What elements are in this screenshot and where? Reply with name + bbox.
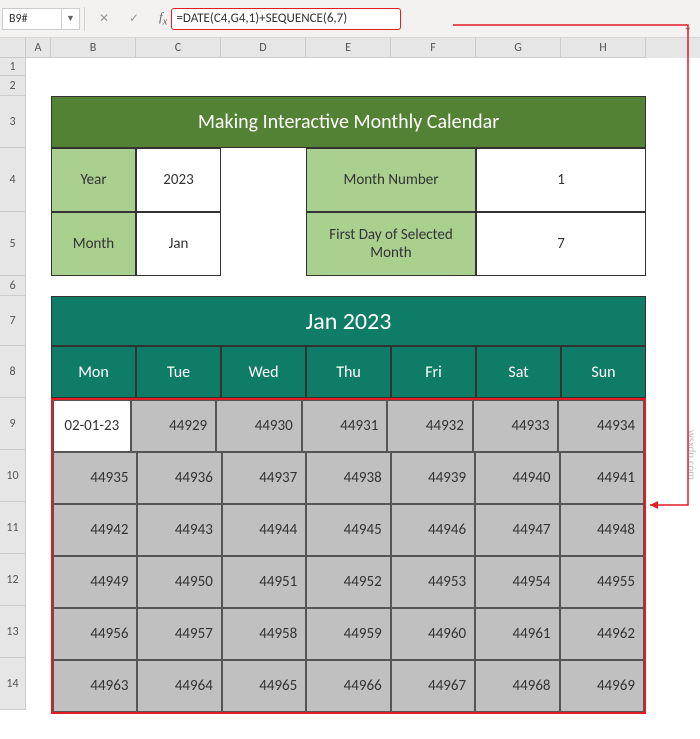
row-header[interactable]: 14 bbox=[0, 658, 26, 710]
calendar-cell[interactable]: 44942 bbox=[53, 504, 137, 556]
row-header[interactable]: 1 bbox=[0, 58, 26, 76]
calendar-cell[interactable]: 44951 bbox=[222, 556, 306, 608]
day-header: Mon bbox=[51, 346, 136, 398]
calendar-cell[interactable]: 44968 bbox=[475, 660, 559, 712]
col-header[interactable]: B bbox=[51, 38, 136, 58]
calendar-cell[interactable]: 44965 bbox=[222, 660, 306, 712]
calendar-cell[interactable]: 44966 bbox=[306, 660, 390, 712]
year-value[interactable]: 2023 bbox=[136, 148, 221, 212]
calendar-cell[interactable]: 44946 bbox=[391, 504, 475, 556]
col-header[interactable]: A bbox=[26, 38, 51, 58]
calendar-cell[interactable]: 44945 bbox=[306, 504, 390, 556]
fx-icon[interactable]: fx bbox=[159, 9, 167, 28]
first-day-value[interactable]: 7 bbox=[476, 212, 646, 276]
day-header: Tue bbox=[136, 346, 221, 398]
calendar-cell[interactable]: 44958 bbox=[222, 608, 306, 660]
calendar-cell[interactable]: 44967 bbox=[391, 660, 475, 712]
month-value[interactable]: Jan bbox=[136, 212, 221, 276]
calendar-cell[interactable]: 44956 bbox=[53, 608, 137, 660]
watermark: wsxdn.com bbox=[685, 430, 698, 480]
page-title: Making Interactive Monthly Calendar bbox=[51, 96, 646, 148]
month-label: Month bbox=[51, 212, 136, 276]
info-left-block: Year 2023 Month Jan bbox=[51, 148, 221, 276]
col-header[interactable]: D bbox=[221, 38, 306, 58]
calendar-cell[interactable]: 44952 bbox=[306, 556, 390, 608]
col-header[interactable]: C bbox=[136, 38, 221, 58]
calendar-cell[interactable]: 44933 bbox=[473, 400, 559, 452]
calendar-cell[interactable]: 44941 bbox=[560, 452, 644, 504]
day-header: Fri bbox=[391, 346, 476, 398]
calendar-cell[interactable]: 44935 bbox=[53, 452, 137, 504]
day-header: Thu bbox=[306, 346, 391, 398]
month-number-value[interactable]: 1 bbox=[476, 148, 646, 212]
calendar-cell[interactable]: 44948 bbox=[560, 504, 644, 556]
day-header: Wed bbox=[221, 346, 306, 398]
calendar-cell[interactable]: 44957 bbox=[137, 608, 221, 660]
day-header: Sun bbox=[561, 346, 646, 398]
formula-bar: B9# ▼ ✕ ✓ fx =DATE(C4,G4,1)+SEQUENCE(6,7… bbox=[0, 0, 700, 38]
row-header[interactable]: 2 bbox=[0, 76, 26, 96]
row-header[interactable]: 10 bbox=[0, 450, 26, 502]
divider bbox=[84, 7, 85, 31]
cancel-icon[interactable]: ✕ bbox=[93, 8, 115, 30]
calendar-cell[interactable]: 44955 bbox=[560, 556, 644, 608]
row-header[interactable]: 9 bbox=[0, 398, 26, 450]
calendar-cell[interactable]: 44964 bbox=[137, 660, 221, 712]
enter-icon[interactable]: ✓ bbox=[123, 8, 145, 30]
calendar-body[interactable]: 02-01-2344929449304493144932449334493444… bbox=[51, 398, 646, 714]
calendar: Jan 2023 Mon Tue Wed Thu Fri Sat Sun 02-… bbox=[51, 296, 646, 714]
calendar-cell[interactable]: 44950 bbox=[137, 556, 221, 608]
calendar-cell[interactable]: 44949 bbox=[53, 556, 137, 608]
expand-formula-icon[interactable]: ⌄ bbox=[684, 20, 692, 33]
row-header[interactable]: 8 bbox=[0, 346, 26, 398]
calendar-cell[interactable]: 44938 bbox=[306, 452, 390, 504]
row-headers: 1 2 3 4 5 6 7 8 9 10 11 12 13 14 bbox=[0, 38, 26, 710]
calendar-cell[interactable]: 44961 bbox=[475, 608, 559, 660]
name-box[interactable]: B9# bbox=[2, 8, 62, 30]
first-day-label: First Day of Selected Month bbox=[306, 212, 476, 276]
calendar-cell[interactable]: 44939 bbox=[391, 452, 475, 504]
row-header[interactable]: 5 bbox=[0, 212, 26, 276]
row-header[interactable]: 4 bbox=[0, 148, 26, 212]
calendar-cell[interactable]: 02-01-23 bbox=[53, 400, 131, 452]
col-header[interactable]: G bbox=[476, 38, 561, 58]
row-header[interactable]: 7 bbox=[0, 296, 26, 346]
day-header: Sat bbox=[476, 346, 561, 398]
calendar-cell[interactable]: 44932 bbox=[387, 400, 473, 452]
calendar-cell[interactable]: 44940 bbox=[475, 452, 559, 504]
calendar-cell[interactable]: 44929 bbox=[131, 400, 217, 452]
formula-input[interactable]: =DATE(C4,G4,1)+SEQUENCE(6,7) bbox=[171, 8, 401, 30]
year-label: Year bbox=[51, 148, 136, 212]
col-header[interactable]: H bbox=[561, 38, 646, 58]
calendar-cell[interactable]: 44963 bbox=[53, 660, 137, 712]
calendar-cell[interactable]: 44944 bbox=[222, 504, 306, 556]
calendar-cell[interactable]: 44960 bbox=[391, 608, 475, 660]
col-header[interactable]: E bbox=[306, 38, 391, 58]
col-header[interactable]: F bbox=[391, 38, 476, 58]
info-right-block: Month Number 1 First Day of Selected Mon… bbox=[306, 148, 646, 276]
row-header[interactable]: 12 bbox=[0, 554, 26, 606]
calendar-cell[interactable]: 44936 bbox=[137, 452, 221, 504]
calendar-cell[interactable]: 44962 bbox=[560, 608, 644, 660]
row-header[interactable]: 3 bbox=[0, 96, 26, 148]
calendar-cell[interactable]: 44959 bbox=[306, 608, 390, 660]
calendar-cell[interactable]: 44930 bbox=[216, 400, 302, 452]
month-number-label: Month Number bbox=[306, 148, 476, 212]
column-headers: A B C D E F G H bbox=[26, 38, 700, 58]
row-header[interactable]: 13 bbox=[0, 606, 26, 658]
calendar-title: Jan 2023 bbox=[51, 296, 646, 346]
calendar-cell[interactable]: 44934 bbox=[558, 400, 644, 452]
calendar-cell[interactable]: 44947 bbox=[475, 504, 559, 556]
calendar-cell[interactable]: 44954 bbox=[475, 556, 559, 608]
row-header[interactable]: 6 bbox=[0, 276, 26, 296]
row-header[interactable]: 11 bbox=[0, 502, 26, 554]
calendar-cell[interactable]: 44969 bbox=[560, 660, 644, 712]
calendar-cell[interactable]: 44937 bbox=[222, 452, 306, 504]
calendar-cell[interactable]: 44953 bbox=[391, 556, 475, 608]
calendar-cell[interactable]: 44943 bbox=[137, 504, 221, 556]
chevron-down-icon[interactable]: ▼ bbox=[62, 8, 80, 30]
calendar-cell[interactable]: 44931 bbox=[302, 400, 388, 452]
